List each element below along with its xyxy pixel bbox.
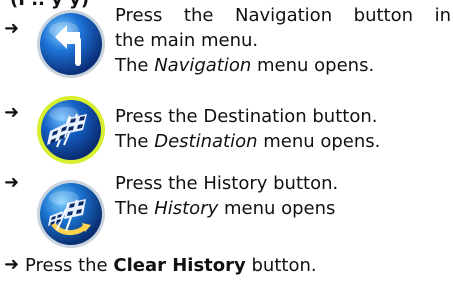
step-arrow-history: ➜ (4, 172, 20, 193)
navigation-instruction-line1: Press the Navigation button in (115, 5, 451, 26)
manual-page: (I .. y y) ➜ Press the Navigation button… (0, 0, 453, 282)
step-arrow-navigation: ➜ (4, 18, 20, 39)
history-button-icon (37, 180, 105, 248)
destination-result: The Destination menu opens. (115, 131, 381, 152)
step-arrow-clear-history: ➜ (4, 254, 20, 275)
step-arrow-destination: ➜ (4, 102, 20, 123)
step-text-destination: Press the Destination button. The Destin… (115, 104, 380, 154)
history-instruction: Press the History button. (115, 173, 339, 194)
navigation-result: The Navigation menu opens. (115, 55, 375, 76)
clear-history-instruction: Press the Clear History button. (25, 255, 317, 276)
destination-button-icon (37, 96, 105, 164)
destination-instruction: Press the Destination button. (115, 106, 378, 127)
history-result: The History menu opens (115, 198, 336, 219)
navigation-instruction-line2: the main menu. (115, 30, 259, 51)
navigation-button-icon (37, 10, 105, 78)
step-text-history: Press the History button. The History me… (115, 171, 338, 221)
step-text-navigation: Press the Navigation button in the main … (115, 3, 451, 78)
